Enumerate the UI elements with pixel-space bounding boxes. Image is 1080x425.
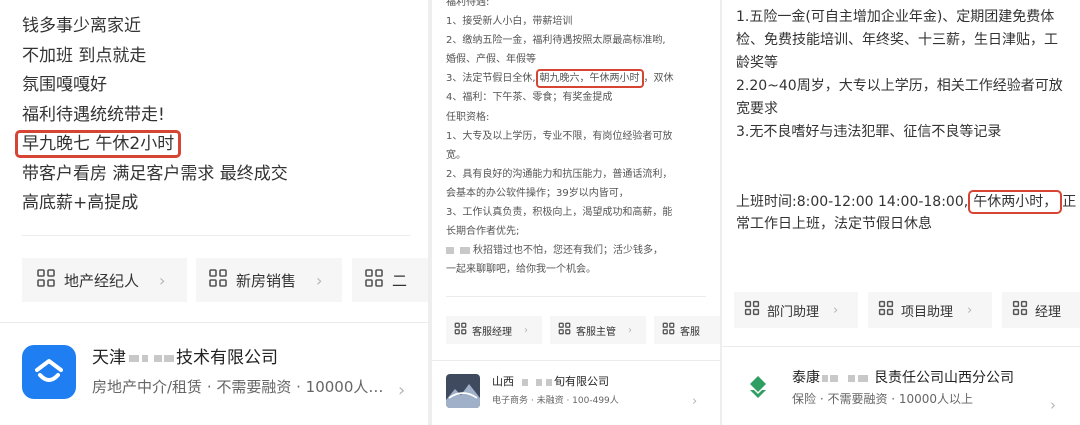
- category-grid-icon: [878, 300, 894, 320]
- desc-line: 一起来聊聊吧，给你我一个机会。: [446, 264, 596, 276]
- divider: [0, 322, 428, 323]
- company-card[interactable]: 天津 技术有限公司 房地产中介/租赁 · 不需要融资 · 10000人…: [22, 345, 418, 399]
- category-grid-icon: [1012, 300, 1028, 320]
- job-description: 1.五险一金(可自主增加企业年金)、定期团建免费体 检、免费技能培训、年终奖、十…: [736, 6, 1076, 236]
- tag-chip[interactable]: 客服: [654, 316, 720, 344]
- company-card[interactable]: 泰康 艮责任公司山西分公司 保险 · 不需要融资 · 10000人以上: [740, 368, 1076, 408]
- category-grid-icon: [454, 322, 467, 338]
- desc-line: 钱多事少离家近: [22, 16, 141, 36]
- desc-line-highlighted: 上班时间:8:00-12:00 14:00-18:00, 午休两小时，正: [736, 190, 1076, 214]
- desc-line: 不加班 到点就走: [22, 45, 147, 66]
- tag-chip[interactable]: 经理: [1002, 292, 1080, 328]
- desc-line: 2、具有良好的沟通能力和抗压能力，普通话流利，: [446, 168, 673, 180]
- tag-chip[interactable]: 部门助理 ›: [734, 292, 858, 328]
- desc-line: 福利待遇统统带走!: [22, 104, 165, 125]
- chevron-right-icon: ›: [1050, 396, 1056, 414]
- divider: [22, 235, 410, 236]
- category-grid-icon: [364, 268, 384, 292]
- desc-line: 4、福利：下午茶、零食；有奖金提成: [446, 92, 613, 104]
- desc-line: 龄奖等: [736, 55, 778, 71]
- divider: [432, 360, 720, 361]
- desc-line: 福利待遇:: [446, 0, 490, 8]
- category-grid-icon: [36, 268, 56, 292]
- desc-line: 婚假、产假、年假等: [446, 54, 536, 66]
- tag-label: 地产经纪人: [64, 271, 140, 290]
- job-card-middle: 福利待遇: 1、接受新人小白，带薪培训 2、缴纳五险一金，福利待遇按照太原最高标…: [432, 0, 720, 425]
- desc-line: 高底薪+高提成: [22, 193, 139, 213]
- highlight-box: 朝九晚六，午休两小时: [535, 69, 644, 89]
- company-logo-house-icon: [22, 345, 76, 399]
- desc-line: 氛围嘎嘎好: [22, 75, 107, 95]
- job-description: 福利待遇: 1、接受新人小白，带薪培训 2、缴纳五险一金，福利待遇按照太原最高标…: [446, 0, 716, 279]
- desc-line: 秋招错过也不怕，您还有我们；活少钱多，: [446, 241, 716, 260]
- desc-line: 1、大专及以上学历，专业不限，有岗位经验者可放: [446, 130, 673, 142]
- chevron-right-icon: ›: [628, 324, 632, 336]
- company-meta: 电子商务 · 未融资 · 100-499人: [492, 396, 619, 406]
- company-logo-diamond-icon: [740, 370, 776, 406]
- chevron-right-icon: ›: [159, 270, 166, 290]
- desc-line: 会基本的办公软件操作；39岁以内皆可，: [446, 187, 629, 199]
- chevron-right-icon: ›: [692, 394, 698, 409]
- desc-line-highlighted: 早九晚七 午休2小时: [15, 130, 422, 160]
- category-grid-icon: [558, 322, 571, 338]
- job-card-right: 1.五险一金(可自主增加企业年金)、定期团建免费体 检、免费技能培训、年终奖、十…: [722, 0, 1080, 425]
- tag-chip[interactable]: 新房销售 ›: [196, 258, 342, 302]
- company-meta: 房地产中介/租赁 · 不需要融资 · 10000人…: [92, 378, 384, 396]
- divider: [446, 296, 706, 297]
- divider: [722, 346, 1080, 347]
- tag-label: 客服: [680, 326, 700, 338]
- tag-chip[interactable]: 客服经理 ›: [446, 316, 542, 344]
- tag-label: 新房销售: [236, 271, 297, 290]
- tag-chip[interactable]: 客服主管 ›: [550, 316, 646, 344]
- chevron-right-icon: ›: [524, 324, 528, 336]
- job-card-left: 钱多事少离家近 不加班 到点就走 氛围嘎嘎好 福利待遇统统带走! 早九晚七 午休…: [0, 0, 428, 425]
- company-name: 天津 技术有限公司: [92, 348, 278, 368]
- tag-label: 经理: [1035, 304, 1062, 320]
- desc-line: 3、工作认真负责，积极向上，渴望成功和高薪，能: [446, 207, 673, 219]
- chevron-right-icon: ›: [833, 302, 839, 318]
- company-meta: 保险 · 不需要融资 · 10000人以上: [792, 392, 974, 406]
- desc-line: 任职资格:: [446, 111, 490, 123]
- desc-line: 2、缴纳五险一金，福利待遇按照太原最高标准哟,: [446, 35, 666, 47]
- tag-chip[interactable]: 地产经纪人 ›: [22, 258, 187, 302]
- tag-label: 部门助理: [767, 304, 820, 320]
- category-grid-icon: [662, 322, 675, 338]
- company-name: 泰康 艮责任公司山西分公司: [792, 370, 1014, 386]
- desc-line: 带客户看房 满足客户需求 最终成交: [22, 163, 288, 184]
- job-description: 钱多事少离家近 不加班 到点就走 氛围嘎嘎好 福利待遇统统带走! 早九晚七 午休…: [15, 12, 422, 219]
- category-grid-icon: [208, 268, 228, 292]
- tag-label: 二: [392, 271, 408, 290]
- category-grid-icon: [744, 300, 760, 320]
- desc-line: 1.五险一金(可自主增加企业年金)、定期团建免费体: [736, 9, 1055, 25]
- highlight-box: 早九晚七 午休2小时: [15, 130, 182, 158]
- tag-label: 客服经理: [472, 326, 512, 338]
- company-name: 山西 旬有限公司: [492, 375, 609, 388]
- desc-line: 1、接受新人小白，带薪培训: [446, 16, 573, 28]
- desc-line: 长期合作者优先;: [446, 226, 520, 238]
- desc-line: 3.无不良嗜好与违法犯罪、征信不良等记录: [736, 124, 1002, 140]
- desc-line: 宽要求: [736, 101, 778, 117]
- company-card[interactable]: 山西 旬有限公司 电子商务 · 未融资 · 100-499人: [446, 374, 716, 408]
- desc-line: 2.20~40周岁，大专以上学历，相关工作经验者可放: [736, 78, 1063, 94]
- highlight-box: 午休两小时，: [968, 190, 1063, 214]
- tag-chip[interactable]: 二: [352, 258, 428, 302]
- desc-line-highlighted: 3、法定节假日全休, 朝九晚六，午休两小时 ，双休: [446, 69, 716, 89]
- desc-line: 宽。: [446, 149, 466, 161]
- chevron-right-icon: ›: [316, 270, 323, 290]
- chevron-right-icon: ›: [398, 380, 406, 401]
- tag-chip[interactable]: 项目助理 ›: [868, 292, 992, 328]
- chevron-right-icon: ›: [967, 302, 973, 318]
- desc-line: 检、免费技能培训、年终奖、十三薪，生日津贴，工: [736, 32, 1058, 48]
- tag-label: 项目助理: [901, 304, 954, 320]
- tag-label: 客服主管: [576, 326, 616, 338]
- company-logo-mountain-icon: [446, 374, 480, 408]
- desc-line: 常工作日上班，法定节假日休息: [736, 216, 932, 232]
